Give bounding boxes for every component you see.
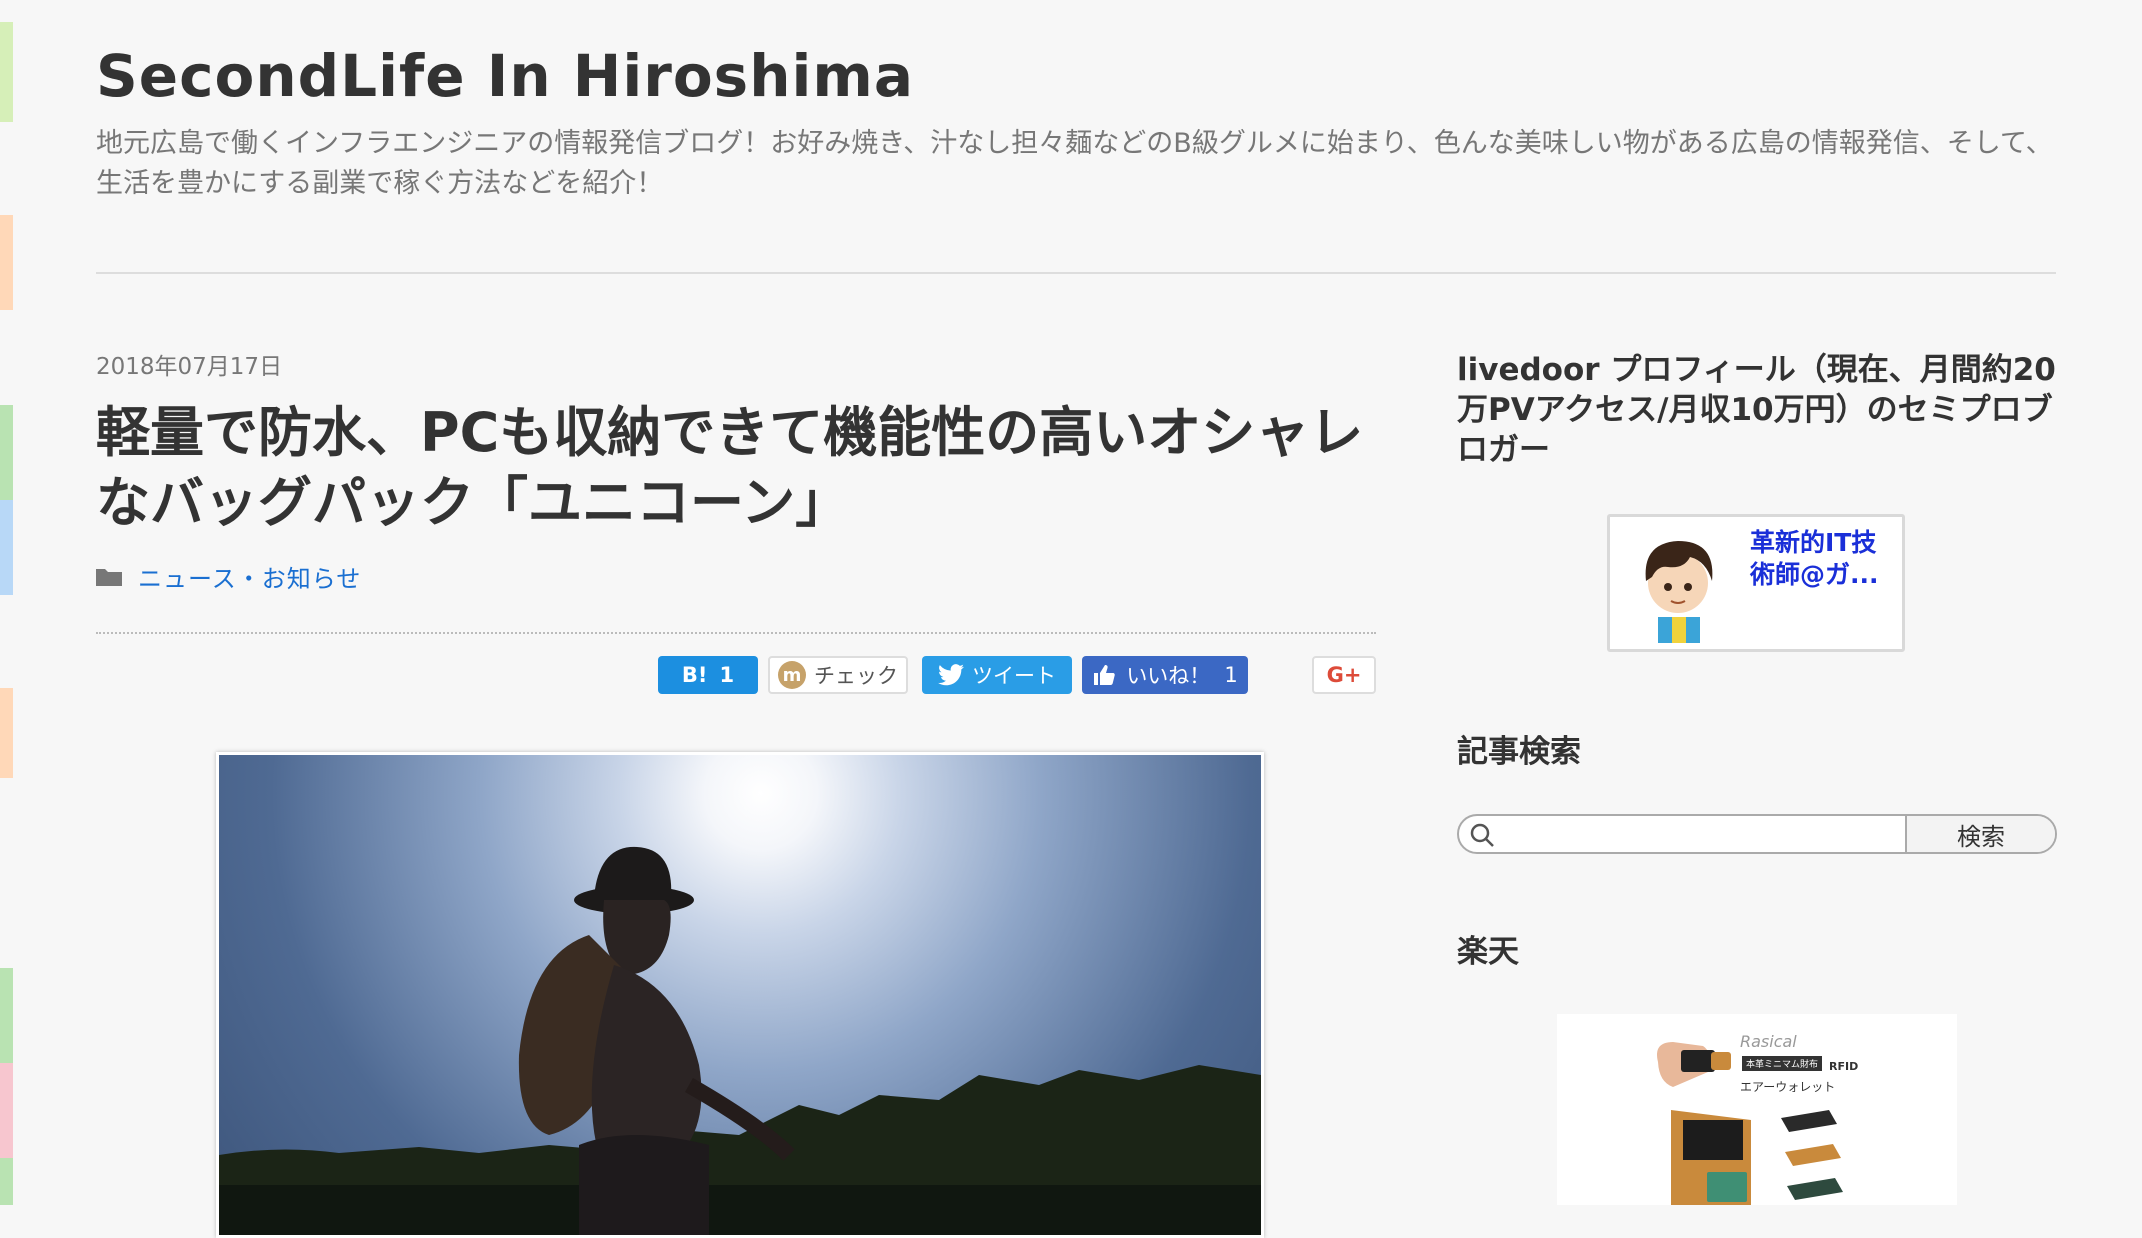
- search-icon: [1469, 822, 1495, 852]
- rakuten-ad[interactable]: Rasical 本革ミニマム財布 RFID エアーウォレット: [1557, 1014, 1957, 1205]
- ad-brand: Rasical: [1740, 1032, 1797, 1051]
- sidebar: livedoor プロフィール（現在、月間約20万PVアクセス/月収10万円）の…: [1457, 350, 2057, 1205]
- tweet-label: ツイート: [972, 664, 1056, 688]
- mixi-label: チェック: [814, 664, 898, 688]
- hero-image: [216, 752, 1264, 1238]
- hatena-bookmark-button[interactable]: B! 1: [658, 656, 758, 694]
- article: 2018年07月17日 軽量で防水、PCも収納できて機能性の高いオシャレなバッグ…: [96, 350, 1376, 1238]
- search-button[interactable]: 検索: [1907, 816, 2055, 852]
- share-buttons: B! 1 m チェック ツイート いいね！ 1 G+: [96, 656, 1376, 696]
- site-description: 地元広島で働くインフラエンジニアの情報発信ブログ！お好み焼き、汁なし担々麺などの…: [96, 128, 2053, 199]
- site-header: SecondLife In Hiroshima 地元広島で働くインフラエンジニア…: [96, 40, 2056, 204]
- like-label: いいね！: [1126, 664, 1211, 688]
- google-plus-button[interactable]: G+: [1312, 656, 1376, 694]
- profile-name[interactable]: 革新的IT技術師@ガ...: [1750, 527, 1900, 591]
- ad-tag: 本革ミニマム財布: [1742, 1056, 1823, 1071]
- facebook-like-button[interactable]: いいね！ 1: [1082, 656, 1248, 694]
- cyclist-silhouette: [518, 846, 795, 1235]
- post-title[interactable]: 軽量で防水、PCも収納できて機能性の高いオシャレなバッグパック「ユニコーン」: [96, 398, 1376, 538]
- decorative-stripe: [0, 0, 13, 1205]
- search-form: 検索: [1457, 814, 2057, 854]
- ad-product-name: エアーウォレット: [1740, 1080, 1836, 1094]
- hatena-label: B!: [681, 663, 708, 687]
- search-widget-title: 記事検索: [1457, 734, 1581, 770]
- wallet-product-graphic: [1671, 1110, 1843, 1205]
- site-title[interactable]: SecondLife In Hiroshima: [96, 40, 2056, 112]
- folder-icon: [96, 566, 122, 586]
- rfid-icon: RFID: [1829, 1060, 1859, 1073]
- mixi-check-button[interactable]: m チェック: [768, 656, 908, 694]
- profile-card[interactable]: 革新的IT技術師@ガ...: [1607, 514, 1905, 652]
- category-link[interactable]: ニュース・お知らせ: [138, 559, 361, 594]
- hatena-count: 1: [719, 663, 735, 687]
- tweet-button[interactable]: ツイート: [922, 656, 1072, 694]
- rakuten-widget-title: 楽天: [1457, 934, 1519, 970]
- like-count: 1: [1224, 663, 1238, 687]
- post-date: 2018年07月17日: [96, 354, 283, 380]
- search-input[interactable]: [1459, 816, 1905, 852]
- hand-wallet-graphic: [1657, 1042, 1731, 1087]
- search-input-wrap: [1459, 816, 1907, 852]
- avatar: [1645, 541, 1713, 643]
- dotted-divider: [96, 632, 1376, 634]
- twitter-bird-icon: [938, 664, 964, 686]
- header-divider: [96, 272, 2056, 274]
- mixi-icon: m: [778, 661, 806, 689]
- thumbs-up-icon: [1092, 663, 1116, 687]
- profile-widget-title: livedoor プロフィール（現在、月間約20万PVアクセス/月収10万円）の…: [1457, 352, 2056, 468]
- post-category: ニュース・お知らせ: [96, 558, 1376, 594]
